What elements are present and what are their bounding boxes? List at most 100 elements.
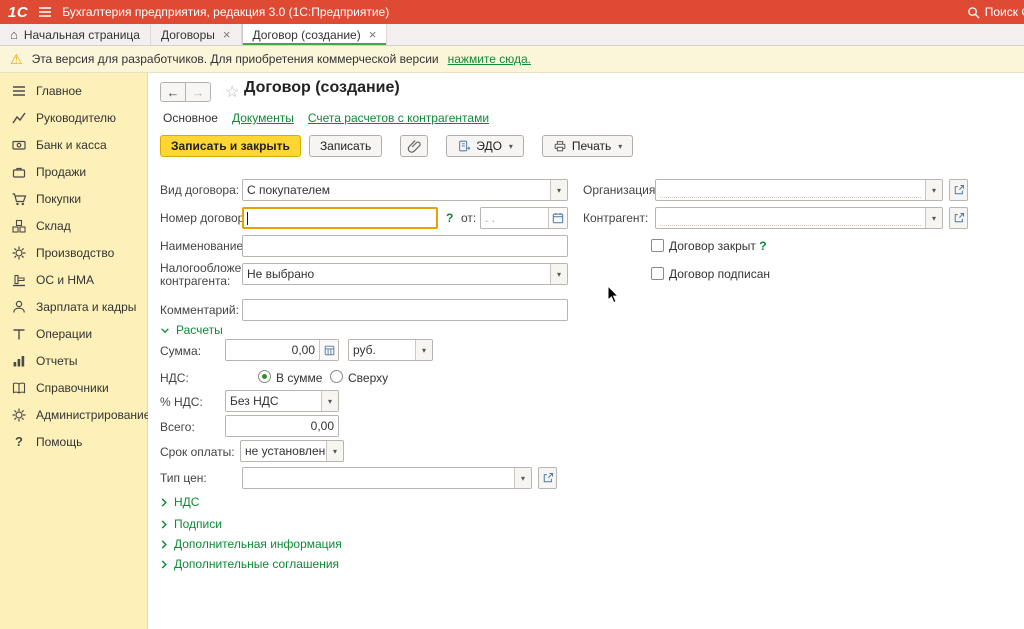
contract-signed-label[interactable]: Договор подписан: [669, 267, 770, 281]
due-date-combobox[interactable]: не установлен ▾: [240, 440, 344, 462]
help-icon: ?: [11, 434, 27, 450]
close-icon[interactable]: ×: [369, 27, 377, 42]
tab-label: Договор (создание): [253, 28, 361, 42]
chevron-right-icon: [160, 539, 168, 550]
contragent-field[interactable]: ▾: [655, 207, 943, 229]
calculator-button[interactable]: [319, 340, 338, 360]
vat-in-sum-label[interactable]: В сумме: [276, 371, 322, 385]
briefcase-icon: [11, 164, 27, 180]
closed-help[interactable]: ?: [759, 239, 766, 253]
tab-dogovor-creation[interactable]: Договор (создание) ×: [242, 24, 388, 45]
sidebar-item-proizvodstvo[interactable]: Производство: [0, 239, 147, 266]
due-date-label: Срок оплаты:: [160, 445, 235, 459]
chevron-down-icon[interactable]: ▾: [925, 208, 942, 228]
sidebar-item-pomosch[interactable]: ? Помощь: [0, 428, 147, 455]
chevron-down-icon[interactable]: ▾: [326, 441, 343, 461]
vat-rate-combobox[interactable]: Без НДС ▾: [225, 390, 339, 412]
contragent-open-button[interactable]: [949, 207, 968, 229]
chevron-down-icon[interactable]: ▾: [321, 391, 338, 411]
sidebar-item-operacii[interactable]: Операции: [0, 320, 147, 347]
tab-osnovnoe[interactable]: Основное: [163, 111, 218, 125]
save-button[interactable]: Записать: [309, 135, 382, 157]
tab-home[interactable]: ⌂ Начальная страница: [0, 24, 151, 45]
calculator-icon: [324, 345, 335, 356]
organization-label: Организация:: [583, 183, 659, 197]
tab-dokumenty[interactable]: Документы: [232, 111, 294, 125]
from-label: от:: [461, 211, 476, 225]
chevron-down-icon[interactable]: ▾: [925, 180, 942, 200]
sidebar-item-pokupki[interactable]: Покупки: [0, 185, 147, 212]
organization-field[interactable]: ▾: [655, 179, 943, 201]
sidebar-item-glavnoe[interactable]: Главное: [0, 77, 147, 104]
tab-dogovory[interactable]: Договоры ×: [151, 24, 242, 45]
contract-signed-checkbox[interactable]: [651, 267, 664, 280]
sidebar-item-prodazhi[interactable]: Продажи: [0, 158, 147, 185]
attachment-button[interactable]: [400, 135, 428, 157]
total-label: Всего:: [160, 420, 195, 434]
money-icon: [11, 137, 27, 153]
back-button[interactable]: ←: [160, 82, 186, 102]
form-toolbar: Записать и закрыть Записать ЭДО ▾ Печать…: [160, 135, 633, 157]
contract-type-label: Вид договора:: [160, 183, 239, 197]
tab-label: Договоры: [161, 28, 215, 42]
form-nav-tabs: Основное Документы Счета расчетов с конт…: [163, 111, 489, 125]
open-link-icon: [953, 184, 965, 196]
boxes-icon: [11, 218, 27, 234]
1c-logo: 1С: [8, 4, 28, 21]
section-dop-informaciya[interactable]: Дополнительная информация: [160, 537, 342, 551]
organization-open-button[interactable]: [949, 179, 968, 201]
contract-type-combobox[interactable]: С покупателем ▾: [242, 179, 568, 201]
vat-rate-label: % НДС:: [160, 395, 203, 409]
application-window: 1С Бухгалтерия предприятия, редакция 3.0…: [0, 0, 1024, 629]
sum-input[interactable]: 0,00: [225, 339, 339, 361]
sidebar-item-os-nma[interactable]: ОС и НМА: [0, 266, 147, 293]
calendar-button[interactable]: [548, 208, 567, 228]
main-menu-icon[interactable]: [38, 6, 52, 18]
sidebar-item-spravochniki[interactable]: Справочники: [0, 374, 147, 401]
save-and-close-button[interactable]: Записать и закрыть: [160, 135, 301, 157]
tab-scheta-raschetov[interactable]: Счета расчетов с контрагентами: [308, 111, 489, 125]
price-type-open-button[interactable]: [538, 467, 557, 489]
chevron-down-icon[interactable]: ▾: [514, 468, 531, 488]
vat-on-top-radio[interactable]: [330, 370, 343, 383]
name-input[interactable]: [242, 235, 568, 257]
close-icon[interactable]: ×: [223, 27, 231, 42]
contract-closed-label[interactable]: Договор закрыт ?: [669, 239, 767, 253]
total-input[interactable]: 0,00: [225, 415, 339, 437]
global-search[interactable]: Поиск С: [967, 5, 1024, 19]
chevron-down-icon[interactable]: ▾: [550, 264, 567, 284]
edo-button[interactable]: ЭДО ▾: [446, 135, 524, 157]
print-button[interactable]: Печать ▾: [542, 135, 633, 157]
sidebar-item-bank-kassa[interactable]: Банк и касса: [0, 131, 147, 158]
contract-number-input[interactable]: [242, 207, 438, 229]
open-link-icon: [953, 212, 965, 224]
section-dop-soglasheniya[interactable]: Дополнительные соглашения: [160, 557, 339, 571]
currency-combobox[interactable]: руб. ▾: [348, 339, 433, 361]
contract-closed-checkbox[interactable]: [651, 239, 664, 252]
number-help[interactable]: ?: [446, 211, 453, 225]
sidebar-item-administrirovanie[interactable]: Администрирование: [0, 401, 147, 428]
price-type-field[interactable]: ▾: [242, 467, 532, 489]
open-link-icon: [542, 472, 554, 484]
sidebar-item-sklad[interactable]: Склад: [0, 212, 147, 239]
vat-on-top-label[interactable]: Сверху: [348, 371, 388, 385]
section-podpisi[interactable]: Подписи: [160, 517, 222, 531]
main-content: ← → ☆ Договор (создание) Основное Докуме…: [148, 73, 1024, 629]
forward-button[interactable]: →: [185, 82, 211, 102]
page-title: Договор (создание): [244, 79, 400, 97]
comment-input[interactable]: [242, 299, 568, 321]
sidebar-item-rukovoditelyu[interactable]: Руководителю: [0, 104, 147, 131]
section-nds[interactable]: НДС: [160, 495, 199, 509]
favorite-star-icon[interactable]: ☆: [225, 82, 239, 102]
machine-icon: [11, 272, 27, 288]
warning-link[interactable]: нажмите сюда.: [448, 52, 531, 66]
t-account-icon: [11, 326, 27, 342]
chevron-down-icon[interactable]: ▾: [415, 340, 432, 360]
taxation-combobox[interactable]: Не выбрано ▾: [242, 263, 568, 285]
sidebar-item-zarplata-kadry[interactable]: Зарплата и кадры: [0, 293, 147, 320]
sidebar-item-otchety[interactable]: Отчеты: [0, 347, 147, 374]
section-raschety[interactable]: Расчеты: [160, 323, 223, 337]
vat-in-sum-radio[interactable]: [258, 370, 271, 383]
chevron-down-icon[interactable]: ▾: [550, 180, 567, 200]
contract-date-input[interactable]: . .: [480, 207, 568, 229]
